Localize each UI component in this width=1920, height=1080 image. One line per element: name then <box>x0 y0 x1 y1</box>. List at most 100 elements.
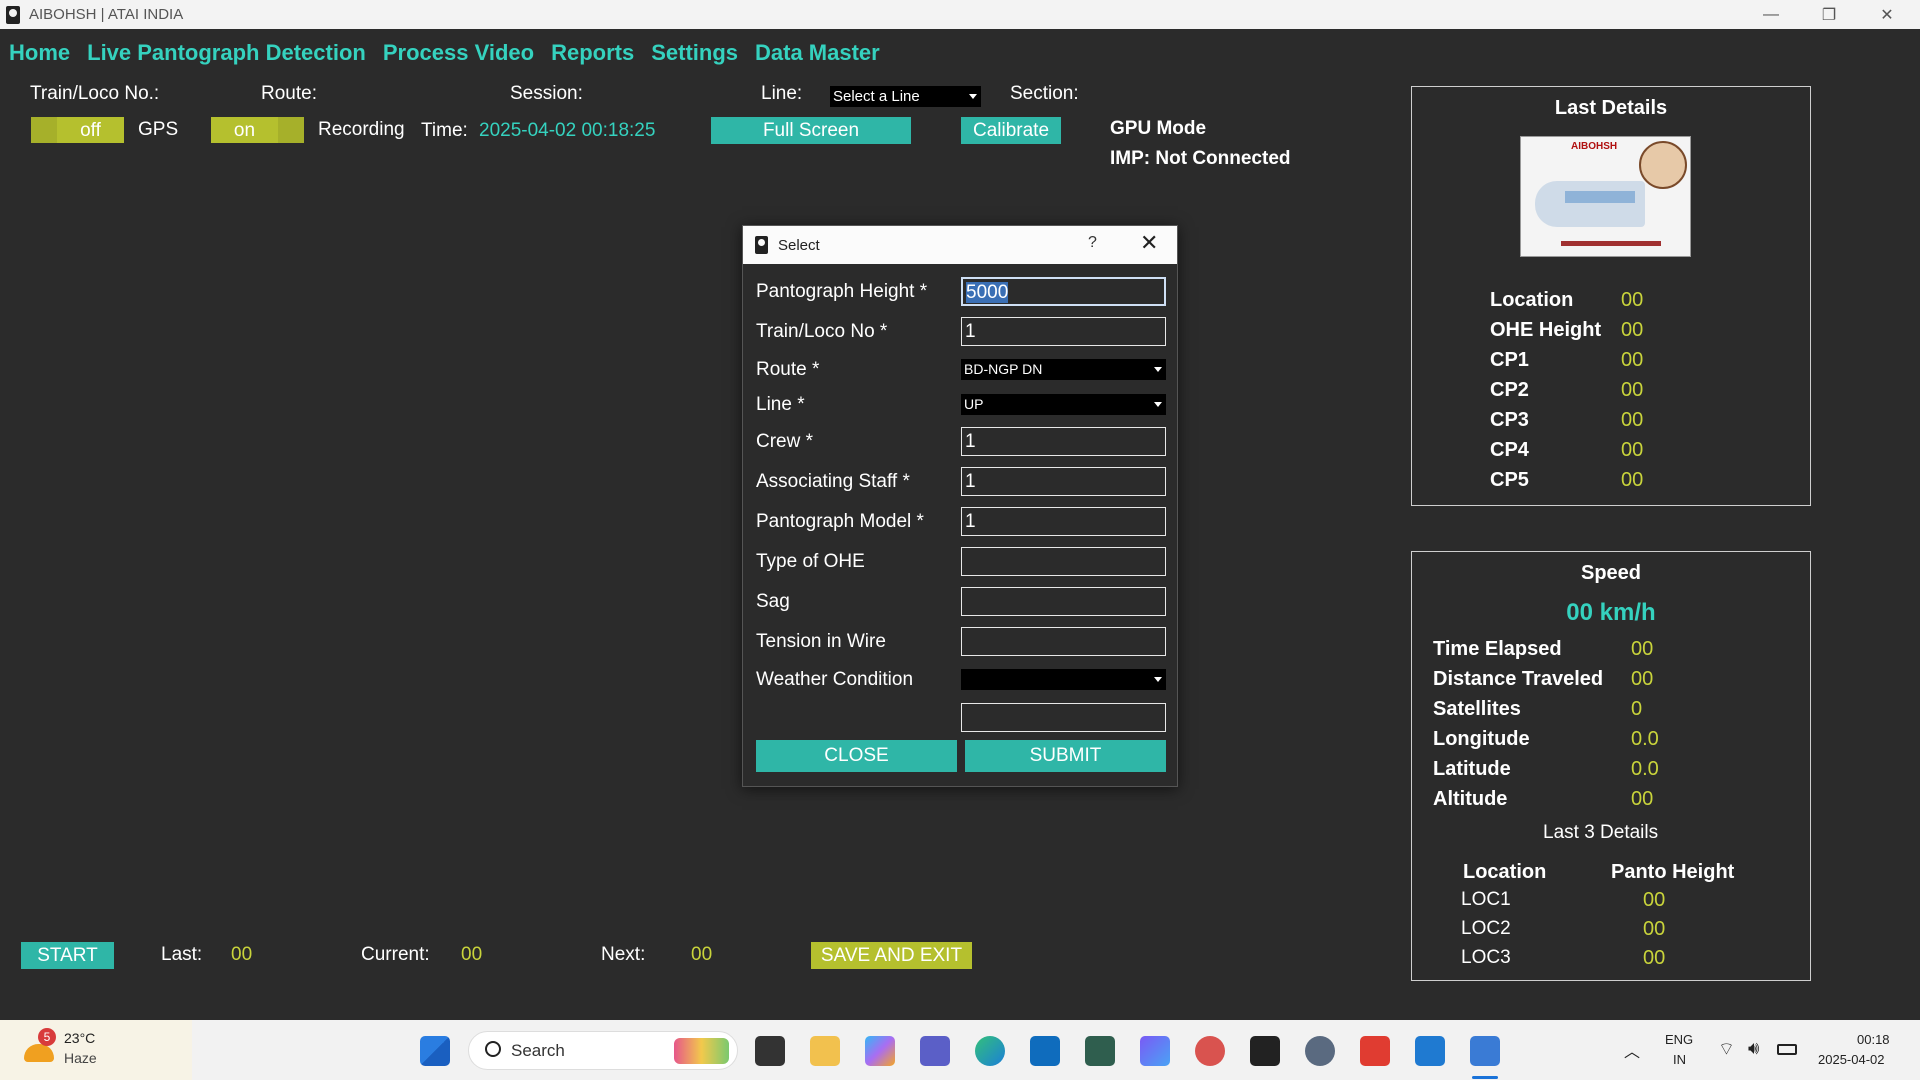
logo-text: AIBOHSH <box>1571 141 1618 152</box>
pantograph-model-input[interactable]: 1 <box>961 507 1166 536</box>
crew-input[interactable]: 1 <box>961 427 1166 456</box>
close-window-button[interactable]: ✕ <box>1858 0 1916 29</box>
speed-title: Speed <box>1580 562 1642 584</box>
ohe-height-label: OHE Height <box>1490 319 1602 341</box>
dialog-app-icon <box>755 236 768 254</box>
latitude-value: 0.0 <box>1631 758 1659 780</box>
latitude-label: Latitude <box>1433 758 1511 780</box>
line-field-select[interactable]: UP <box>961 394 1166 415</box>
help-button[interactable]: ? <box>1088 234 1097 252</box>
python-app-icon[interactable] <box>1470 1036 1500 1066</box>
app-icon-a[interactable] <box>1250 1036 1280 1066</box>
dialog-close-button[interactable]: CLOSE <box>756 740 957 772</box>
associating-staff-input[interactable]: 1 <box>961 467 1166 496</box>
menu-settings[interactable]: Settings <box>651 40 738 66</box>
menu-process-video[interactable]: Process Video <box>383 40 534 66</box>
gps-toggle-state: off <box>80 120 101 141</box>
menu-live-pantograph-detection[interactable]: Live Pantograph Detection <box>87 40 366 66</box>
active-app-indicator <box>1472 1076 1498 1079</box>
save-and-exit-button[interactable]: SAVE AND EXIT <box>811 942 972 969</box>
weather-condition-label: Weather Condition <box>756 669 914 690</box>
altitude-value: 00 <box>1631 788 1654 810</box>
chevron-down-icon <box>1154 677 1162 682</box>
clock-date[interactable]: 2025-04-02 <box>1818 1052 1885 1067</box>
weather-badge: 5 <box>38 1028 56 1046</box>
location-value: 00 <box>1621 289 1644 311</box>
search-icon <box>485 1041 501 1057</box>
volume-icon[interactable]: 🔊︎ <box>1748 1038 1759 1059</box>
windows-start-icon[interactable] <box>420 1036 450 1066</box>
task-view-icon[interactable] <box>755 1036 785 1066</box>
recording-toggle[interactable]: on <box>211 117 304 143</box>
taskbar-search[interactable]: Search <box>468 1031 738 1070</box>
outlook-icon[interactable] <box>1030 1036 1060 1066</box>
minimize-button[interactable]: — <box>1742 0 1800 29</box>
emblem-graphic <box>1639 141 1687 189</box>
vscode-icon[interactable] <box>1415 1036 1445 1066</box>
language-label-1[interactable]: ENG <box>1665 1032 1693 1047</box>
logo-footer-graphic <box>1561 241 1661 246</box>
settings-gear-icon[interactable] <box>1305 1036 1335 1066</box>
menu-data-master[interactable]: Data Master <box>755 40 880 66</box>
app-icon-purple[interactable] <box>1140 1036 1170 1066</box>
toggle-knob <box>31 117 57 143</box>
calibrate-button[interactable]: Calibrate <box>961 117 1061 144</box>
satellites-label: Satellites <box>1433 698 1521 720</box>
gps-toggle[interactable]: off <box>31 117 124 143</box>
session-label: Session: <box>510 83 583 104</box>
tension-in-wire-label: Tension in Wire <box>756 631 886 652</box>
chevron-up-icon[interactable]: ︿ <box>1624 1038 1640 1062</box>
window-title: AIBOHSH | ATAI INDIA <box>29 6 184 23</box>
sag-input[interactable] <box>961 587 1166 616</box>
copilot-icon[interactable] <box>865 1036 895 1066</box>
search-placeholder: Search <box>511 1041 565 1060</box>
next-label: Next: <box>601 944 646 965</box>
imp-status-label: IMP: Not Connected <box>1110 148 1291 169</box>
menu-reports[interactable]: Reports <box>551 40 634 66</box>
pantograph-height-input[interactable]: 5000 <box>961 277 1166 306</box>
clock-time[interactable]: 00:18 <box>1857 1032 1890 1047</box>
altitude-label: Altitude <box>1433 788 1508 810</box>
start-button[interactable]: START <box>21 942 114 969</box>
select-dialog: Select ? ✕ Pantograph Height * 5000 Trai… <box>742 225 1178 787</box>
teams-icon[interactable] <box>920 1036 950 1066</box>
pantograph-height-value: 5000 <box>966 282 1009 303</box>
train-loco-no-input[interactable]: 1 <box>961 317 1166 346</box>
line-select-value: Select a Line <box>833 88 920 105</box>
column-panto-height: Panto Height <box>1611 861 1735 883</box>
battery-icon[interactable] <box>1777 1044 1797 1055</box>
tension-in-wire-input[interactable] <box>961 627 1166 656</box>
route-select[interactable]: BD-NGP DN <box>961 359 1166 380</box>
current-value: 00 <box>461 944 483 965</box>
train-graphic <box>1535 181 1645 227</box>
extra-input[interactable] <box>961 703 1166 732</box>
line-select[interactable]: Select a Line <box>830 86 981 107</box>
location-label: Location <box>1490 289 1574 311</box>
wifi-icon[interactable]: ⌔ <box>1718 1038 1735 1061</box>
language-label-2[interactable]: IN <box>1673 1052 1686 1067</box>
browser-icon[interactable] <box>1195 1036 1225 1066</box>
menu-home[interactable]: Home <box>9 40 70 66</box>
restore-button[interactable]: ❐ <box>1800 0 1858 29</box>
cp1-value: 00 <box>1621 349 1644 371</box>
weather-widget[interactable]: 5 23°C Haze <box>0 1020 192 1080</box>
route-field-label: Route * <box>756 359 820 380</box>
app-icon-green[interactable] <box>1085 1036 1115 1066</box>
time-elapsed-label: Time Elapsed <box>1433 638 1562 660</box>
weather-condition-select[interactable] <box>961 669 1166 690</box>
last-value: 00 <box>231 944 253 965</box>
git-icon[interactable] <box>1360 1036 1390 1066</box>
file-explorer-icon[interactable] <box>810 1036 840 1066</box>
cp5-value: 00 <box>1621 469 1644 491</box>
column-location: Location <box>1463 861 1547 883</box>
chevron-down-icon <box>1154 402 1162 407</box>
edge-icon[interactable] <box>975 1036 1005 1066</box>
dialog-submit-button[interactable]: SUBMIT <box>965 740 1166 772</box>
dialog-close-icon[interactable]: ✕ <box>1140 230 1158 256</box>
full-screen-button[interactable]: Full Screen <box>711 117 911 144</box>
type-of-ohe-input[interactable] <box>961 547 1166 576</box>
recording-label: Recording <box>318 119 405 140</box>
app-icon <box>6 5 20 24</box>
sag-label: Sag <box>756 591 790 612</box>
type-of-ohe-label: Type of OHE <box>756 551 865 572</box>
